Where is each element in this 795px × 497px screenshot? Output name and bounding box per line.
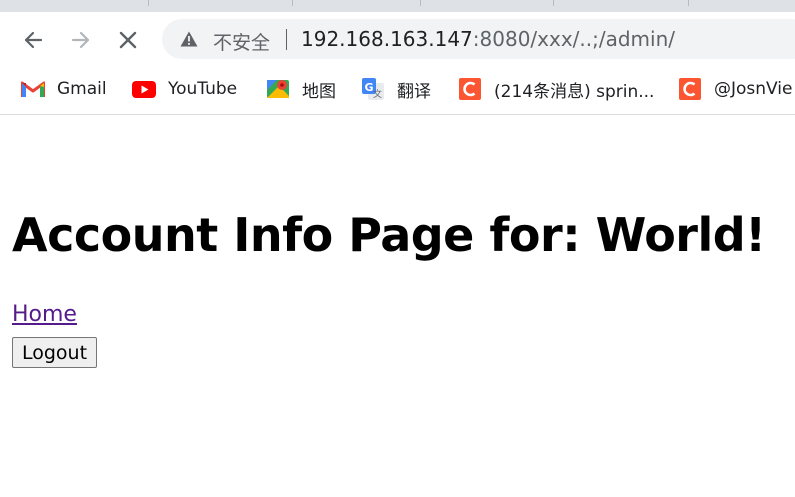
- page-title: Account Info Page for: World!: [12, 208, 766, 262]
- logout-button[interactable]: Logout: [12, 337, 97, 368]
- bookmark-csdn-spring[interactable]: (214条消息) sprin...: [458, 77, 655, 102]
- bookmark-gmail[interactable]: Gmail: [21, 77, 107, 101]
- close-icon: [119, 31, 137, 49]
- bookmark-label: YouTube: [168, 79, 238, 99]
- bookmark-label: (214条消息) sprin...: [494, 81, 655, 102]
- warning-icon: [180, 31, 198, 47]
- bookmark-label: 地图: [302, 81, 336, 102]
- youtube-icon: [132, 77, 156, 101]
- back-button[interactable]: [17, 24, 49, 56]
- svg-text:文: 文: [373, 88, 382, 100]
- forward-button[interactable]: [65, 24, 97, 56]
- bookmark-label: Gmail: [57, 79, 107, 99]
- security-status[interactable]: 不安全: [213, 28, 270, 55]
- translate-icon: G 文: [361, 77, 385, 101]
- csdn-icon: [678, 77, 702, 101]
- tab-divider: [688, 0, 689, 6]
- back-arrow-icon: [24, 31, 43, 49]
- bookmark-translate[interactable]: G 文 翻译: [361, 77, 431, 102]
- tab-divider: [148, 0, 149, 6]
- tab-strip: [0, 0, 795, 12]
- url-text[interactable]: 192.168.163.147:8080/xxx/..;/admin/: [301, 27, 675, 51]
- maps-icon: [266, 77, 290, 101]
- bookmark-maps[interactable]: 地图: [266, 77, 336, 102]
- bookmarks-bar: Gmail YouTube 地图 G 文 翻译 (214条消息) sprin..…: [0, 67, 795, 115]
- stop-loading-button[interactable]: [112, 24, 144, 56]
- browser-toolbar: 不安全 192.168.163.147:8080/xxx/..;/admin/: [0, 12, 795, 67]
- home-link[interactable]: Home: [12, 302, 77, 327]
- url-host: 192.168.163.147: [301, 27, 473, 51]
- csdn-icon: [458, 77, 482, 101]
- tab-divider: [292, 0, 293, 6]
- bookmark-csdn-josnvie[interactable]: @JosnVie: [678, 77, 792, 101]
- tab-divider: [420, 0, 421, 6]
- bookmark-label: @JosnVie: [714, 79, 793, 99]
- url-path: :8080/xxx/..;/admin/: [472, 27, 675, 51]
- tab-divider: [553, 0, 554, 6]
- address-bar[interactable]: 不安全 192.168.163.147:8080/xxx/..;/admin/: [162, 19, 795, 59]
- divider: [286, 29, 287, 50]
- bookmark-youtube[interactable]: YouTube: [132, 77, 237, 101]
- bookmark-label: 翻译: [397, 81, 431, 102]
- gmail-icon: [21, 77, 45, 101]
- forward-arrow-icon: [71, 31, 90, 49]
